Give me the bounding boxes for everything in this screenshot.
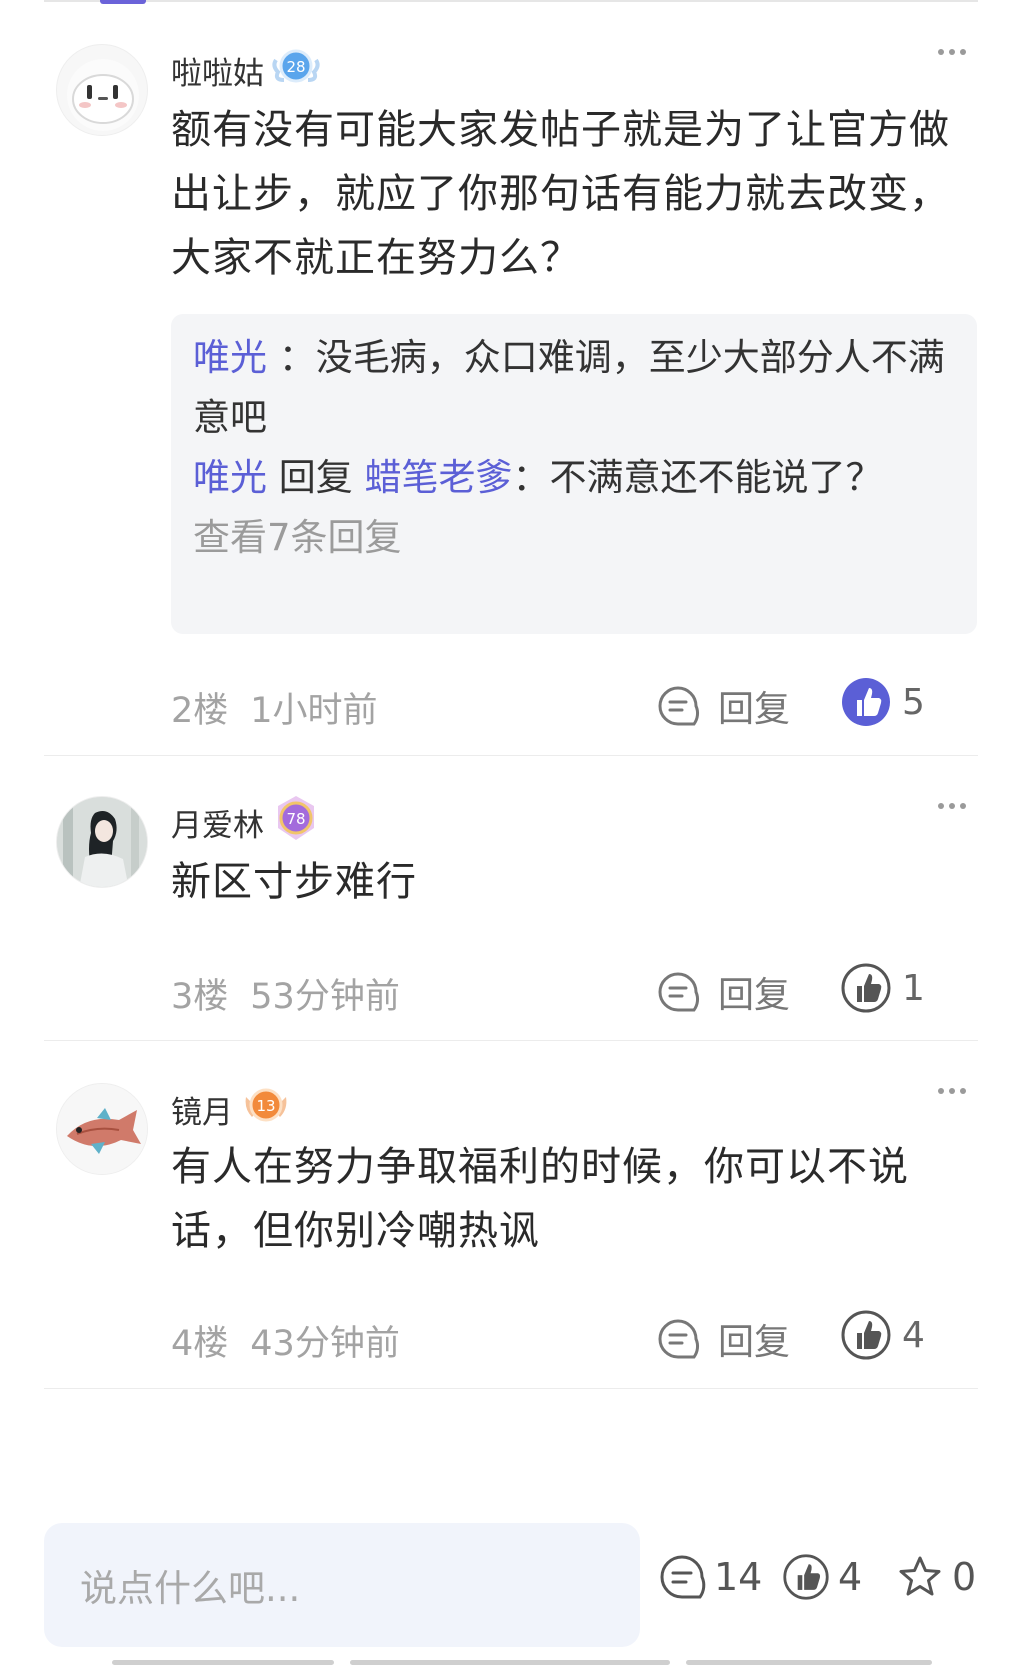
svg-text:28: 28 (286, 58, 305, 76)
reply-button[interactable]: 回复 (656, 966, 790, 1018)
home-indicator (686, 1660, 932, 1665)
comment-meta: 4楼 43分钟前 (171, 1315, 400, 1366)
reply-author[interactable]: 唯光 (193, 336, 267, 379)
reply-author[interactable]: 唯光 (193, 456, 267, 499)
home-indicator (112, 1660, 334, 1665)
timestamp: 43分钟前 (250, 1324, 400, 1364)
divider (44, 1388, 978, 1389)
timestamp: 1小时前 (250, 691, 378, 731)
level-badge: 13 (240, 1079, 292, 1131)
like-count: 5 (902, 681, 925, 723)
reply-label: 回复 (718, 689, 791, 730)
thumbs-up-icon (841, 1310, 891, 1360)
comment-meta: 2楼 1小时前 (171, 682, 378, 733)
floor-number: 2楼 (171, 691, 229, 731)
svg-text:13: 13 (256, 1097, 275, 1115)
comment-meta: 3楼 53分钟前 (171, 968, 400, 1019)
like-count: 1 (902, 967, 925, 1009)
like-button[interactable]: 4 (840, 1309, 925, 1361)
star-icon (899, 1556, 941, 1596)
floor-number: 3楼 (171, 977, 229, 1017)
level-badge: 78 (270, 792, 322, 844)
comment-item: 啦啦姑 28 额有没有可能大家发帖子就是为了让官方做出让步，就应了你那句话有能力… (44, 0, 978, 756)
reply-icon (658, 1319, 700, 1359)
reply-label: 回复 (718, 975, 791, 1016)
avatar[interactable] (56, 796, 148, 888)
bottom-action-bar: 说点什么吧... 14 4 0 (0, 1513, 1020, 1665)
thumbs-up-icon (841, 963, 891, 1013)
comments-count-button[interactable]: 14 (658, 1553, 762, 1601)
reply-line: 唯光 回复 蜡笔老爹：不满意还不能说了？ (193, 456, 883, 499)
reply-text: 不满意还不能说了？ (549, 456, 883, 499)
thumbs-up-icon (842, 678, 890, 726)
comment-item: 镜月 13 有人在努力争取福利的时候，你可以不说话，但你别冷嘲热讽 4楼 43分钟… (44, 1041, 978, 1389)
username[interactable]: 月爱林 (171, 800, 264, 845)
comment-content: 新区寸步难行 (171, 859, 417, 905)
level-badge: 28 (270, 40, 322, 92)
comment-input[interactable]: 说点什么吧... (44, 1523, 640, 1647)
timestamp: 53分钟前 (250, 977, 400, 1017)
thumbs-up-icon (783, 1554, 829, 1600)
avatar[interactable] (56, 1083, 148, 1175)
avatar[interactable] (56, 44, 148, 136)
comment-item: 月爱林 78 新区寸步难行 3楼 53分钟前 回复 1 (44, 756, 978, 1041)
more-options-button[interactable] (932, 1079, 972, 1103)
reply-line: 唯光 ：没毛病，众口难调，至少大部分人不满意吧 (193, 336, 945, 439)
favorite-button[interactable]: 0 (896, 1553, 976, 1601)
like-count: 4 (902, 1314, 925, 1356)
reply-icon (658, 972, 700, 1012)
view-more-replies-link[interactable]: 查看7条回复 (193, 508, 957, 568)
like-button[interactable]: 1 (840, 962, 925, 1014)
home-indicator (350, 1660, 670, 1665)
comment-content: 有人在努力争取福利的时候，你可以不说话，但你别冷嘲热讽 (171, 1144, 909, 1254)
username[interactable]: 镜月 (171, 1087, 233, 1132)
more-options-button[interactable] (932, 40, 972, 64)
floor-number: 4楼 (171, 1324, 229, 1364)
reply-verb: 回复 (278, 456, 353, 499)
reply-target[interactable]: 蜡笔老爹 (365, 456, 513, 499)
comments-count: 14 (714, 1555, 763, 1599)
post-likes-count: 4 (838, 1555, 863, 1599)
reply-button[interactable]: 回复 (656, 680, 790, 732)
reply-icon (658, 686, 700, 726)
svg-text:78: 78 (286, 810, 305, 828)
reply-label: 回复 (718, 1322, 791, 1363)
more-options-button[interactable] (932, 794, 972, 818)
favorites-count: 0 (952, 1555, 977, 1599)
comment-content: 额有没有可能大家发帖子就是为了让官方做出让步，就应了你那句话有能力就去改变，大家… (171, 107, 950, 281)
reply-button[interactable]: 回复 (656, 1313, 790, 1365)
comment-input-placeholder: 说点什么吧... (80, 1567, 301, 1610)
comment-icon (660, 1555, 706, 1599)
reply-preview-box[interactable]: 唯光 ：没毛病，众口难调，至少大部分人不满意吧 唯光 回复 蜡笔老爹：不满意还不… (171, 314, 977, 634)
post-like-button[interactable]: 4 (782, 1553, 862, 1601)
username[interactable]: 啦啦姑 (171, 48, 264, 93)
like-button[interactable]: 5 (840, 676, 925, 728)
